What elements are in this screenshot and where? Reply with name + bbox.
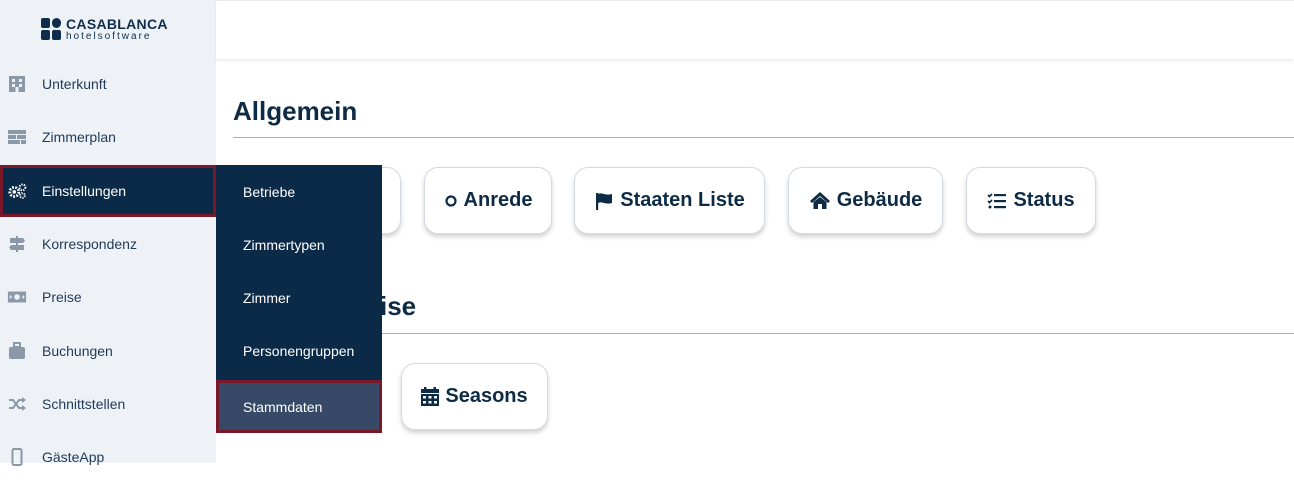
calendar-icon [421, 387, 440, 406]
submenu-item-label: Stammdaten [243, 398, 323, 415]
mobile-icon [7, 447, 27, 467]
sidebar-item-label: Unterkunft [42, 76, 107, 92]
settings-submenu: Betriebe Zimmertypen Zimmer Personengrup… [216, 165, 382, 433]
flag-icon [596, 192, 613, 210]
sidebar-item-unterkunft[interactable]: Unterkunft [0, 58, 216, 110]
card-status[interactable]: Status [966, 167, 1096, 234]
sidebar-item-schnittstellen[interactable]: Schnittstellen [0, 378, 216, 430]
card-label: Staaten Liste [620, 189, 745, 211]
card-gebaeude[interactable]: Gebäude [788, 167, 943, 234]
logo[interactable]: CASABLANCA hotelsoftware [41, 17, 168, 42]
sidebar-item-label: Einstellungen [42, 183, 127, 199]
sidebar-item-label: Schnittstellen [42, 396, 126, 412]
section-title-allgemein: Allgemein [233, 96, 358, 126]
submenu-item-label: Zimmertypen [243, 236, 325, 253]
submenu-item-label: Betriebe [243, 183, 296, 200]
checklist-icon [987, 192, 1007, 208]
top-bar [216, 0, 1294, 59]
sidebar-item-label: Preise [42, 289, 82, 305]
submenu-item-personengruppen[interactable]: Personengruppen [216, 324, 382, 377]
sidebar-item-gaesteapp[interactable]: GästeApp [0, 431, 216, 483]
card-label: Status [1013, 189, 1075, 211]
circle-outline-icon [444, 194, 457, 207]
section-divider [233, 137, 1294, 138]
sidebar-item-zimmerplan[interactable]: Zimmerplan [0, 111, 216, 163]
card-anrede[interactable]: Anrede [424, 167, 552, 234]
sidebar-item-buchungen[interactable]: Buchungen [0, 325, 216, 377]
section-title-preise: ise [380, 291, 417, 321]
submenu-item-label: Zimmer [243, 289, 291, 306]
card-label: Gebäude [836, 189, 923, 211]
logo-name: CASABLANCA [66, 16, 168, 32]
sidebar-item-label: Korrespondenz [42, 236, 137, 252]
submenu-item-betriebe[interactable]: Betriebe [216, 165, 382, 218]
card-label: Anrede [463, 189, 533, 211]
building-icon [7, 74, 27, 94]
sidebar-item-label: Buchungen [42, 343, 113, 359]
home-icon [809, 192, 830, 209]
sidebar: CASABLANCA hotelsoftware Unterkunft Zimm… [0, 0, 216, 466]
card-staaten-liste[interactable]: Staaten Liste [574, 167, 765, 234]
card-label: Seasons [445, 385, 528, 407]
sidebar-item-preise[interactable]: Preise [0, 271, 216, 323]
logo-mark-icon [41, 17, 62, 42]
section-divider [233, 333, 1294, 334]
shuffle-icon [7, 394, 27, 414]
grid-plan-icon [7, 127, 27, 147]
signpost-icon [7, 234, 27, 254]
money-bill-icon [7, 287, 27, 307]
gears-icon [7, 181, 27, 201]
sidebar-item-korrespondenz[interactable]: Korrespondenz [0, 218, 216, 270]
submenu-item-zimmer[interactable]: Zimmer [216, 271, 382, 324]
sidebar-item-einstellungen[interactable]: Einstellungen [0, 165, 216, 217]
logo-subtitle: hotelsoftware [66, 31, 152, 42]
submenu-item-zimmertypen[interactable]: Zimmertypen [216, 218, 382, 271]
submenu-item-label: Personengruppen [243, 342, 355, 359]
card-seasons[interactable]: Seasons [401, 363, 548, 430]
suitcase-icon [7, 341, 27, 361]
sidebar-item-label: Zimmerplan [42, 129, 116, 145]
submenu-item-stammdaten[interactable]: Stammdaten [216, 380, 382, 433]
